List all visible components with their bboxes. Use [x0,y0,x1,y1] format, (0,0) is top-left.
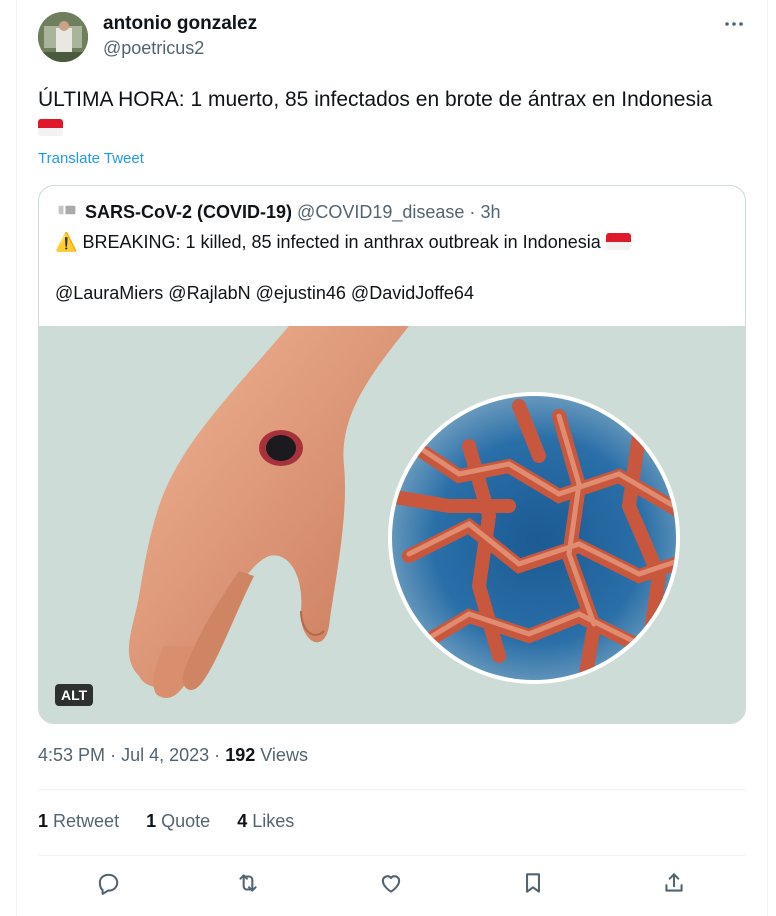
retweets-count: 1 [38,811,49,831]
quoted-author-handle[interactable]: @COVID19_disease [297,202,464,222]
author-handle[interactable]: @poetricus2 [103,38,204,59]
views-count: 192 [225,745,256,765]
quoted-text: BREAKING: 1 killed, 85 infected in anthr… [82,232,601,252]
quotes-count: 1 [146,811,157,831]
quoted-author-name[interactable]: SARS-CoV-2 (COVID-19) [85,202,292,222]
reply-icon[interactable] [95,870,125,900]
avatar-photo [38,12,88,62]
tweet-time[interactable]: 4:53 PM [38,745,105,765]
anthrax-illustration [39,326,745,723]
tweet-date[interactable]: Jul 4, 2023 [121,745,209,765]
timestamp-sep-2: · [214,745,221,765]
engagement-stats: 1 Retweet 1 Quote 4 Likes [38,811,316,832]
quoted-time[interactable]: 3h [480,202,500,222]
tweet-text: ÚLTIMA HORA: 1 muerto, 85 infectados en … [38,88,713,111]
action-bar [38,866,746,906]
avatar[interactable] [38,12,88,62]
retweets-label: Retweet [53,811,120,831]
divider [38,855,746,856]
translate-tweet-link[interactable]: Translate Tweet [38,150,144,167]
indonesia-flag-icon [38,119,63,136]
like-icon[interactable] [378,870,408,900]
tweet-timestamp: 4:53 PM · Jul 4, 2023 · 192 Views [38,745,308,766]
alt-text-badge[interactable]: ALT [55,684,94,706]
quoted-mentions[interactable]: @LauraMiers @RajlabN @ejustin46 @DavidJo… [55,283,474,304]
anthrax-image[interactable]: ALT [39,326,745,723]
divider [38,789,746,790]
likes-count: 4 [237,811,248,831]
quoted-avatar[interactable] [58,205,76,215]
quoted-dot: · [469,202,476,222]
likes-label: Likes [252,811,295,831]
retweets-stat[interactable]: 1 Retweet [38,811,119,831]
more-icon[interactable] [722,12,746,42]
quotes-stat[interactable]: 1 Quote [146,811,210,831]
retweet-icon[interactable] [235,870,265,900]
quoted-text-line: ⚠️ BREAKING: 1 killed, 85 infected in an… [55,232,631,253]
author-name[interactable]: antonio gonzalez [103,13,257,35]
likes-stat[interactable]: 4 Likes [237,811,294,831]
views-label: Views [260,745,308,765]
warning-icon: ⚠️ [55,232,78,252]
tweet-text-block: ÚLTIMA HORA: 1 muerto, 85 infectados en … [38,86,748,142]
indonesia-flag-icon [605,233,631,250]
quoted-tweet-header: SARS-CoV-2 (COVID-19) @COVID19_disease ·… [55,202,500,223]
timestamp-sep-1: · [110,745,117,765]
bookmark-icon[interactable] [520,870,550,900]
quotes-label: Quote [161,811,211,831]
share-icon[interactable] [661,870,691,900]
quoted-tweet-card[interactable]: SARS-CoV-2 (COVID-19) @COVID19_disease ·… [38,185,746,724]
